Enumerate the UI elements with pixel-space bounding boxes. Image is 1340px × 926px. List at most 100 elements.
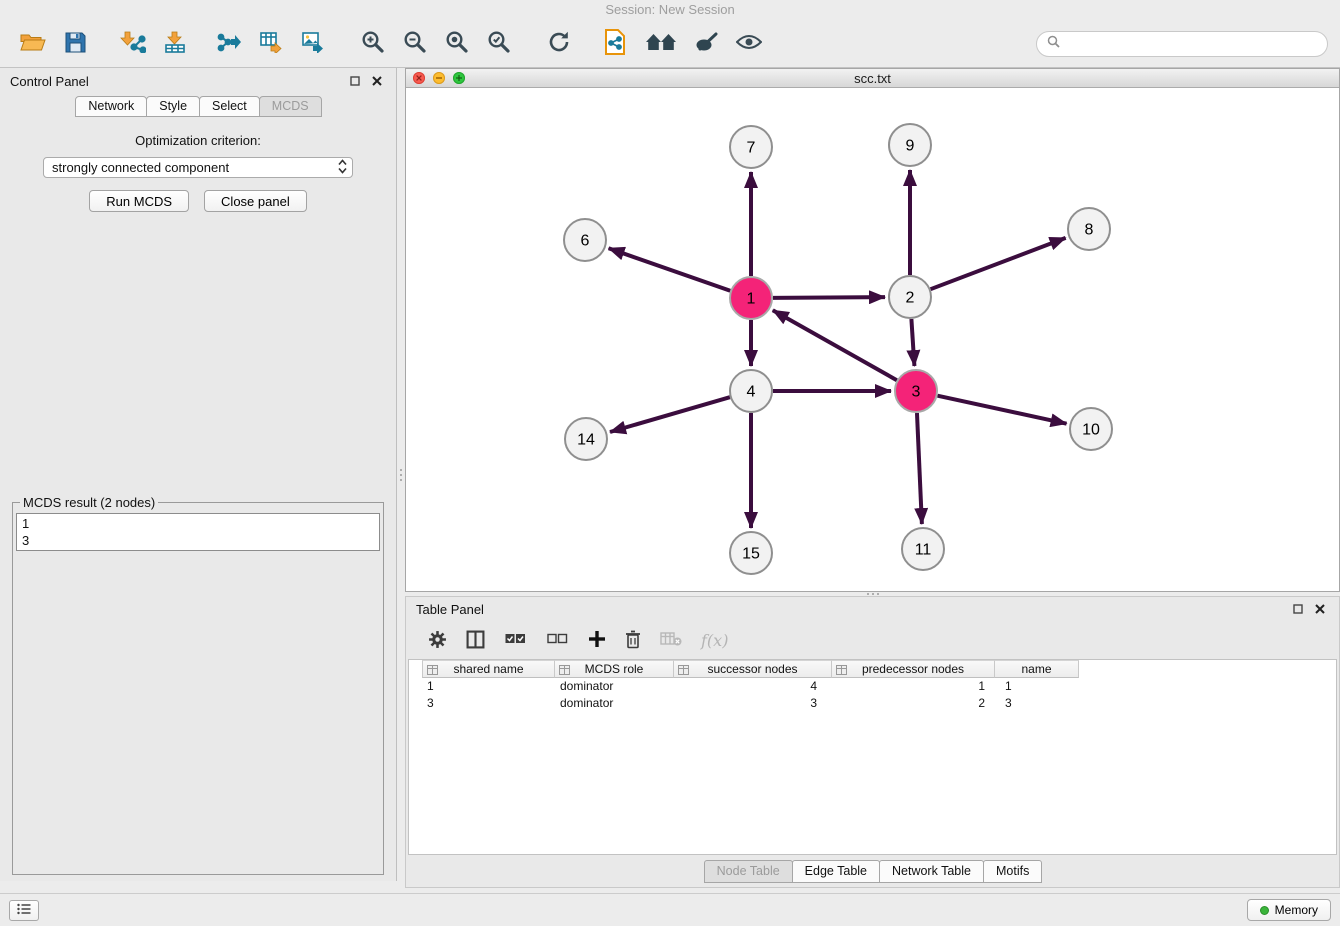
graph-edge-3-1[interactable] — [773, 310, 897, 380]
memory-button[interactable]: Memory — [1247, 899, 1331, 921]
tab-mcds[interactable]: MCDS — [259, 96, 322, 117]
table-cell[interactable]: 3 — [995, 695, 1079, 712]
mcds-result-title: MCDS result (2 nodes) — [20, 495, 158, 510]
style-button[interactable] — [686, 26, 728, 62]
graph-edge-3-10[interactable] — [937, 396, 1066, 424]
style-brush-icon — [695, 32, 719, 55]
graph-edge-4-14[interactable] — [610, 397, 730, 432]
window-close-button[interactable] — [413, 72, 425, 84]
columns-icon — [466, 630, 485, 652]
column-header-mcds-role[interactable]: MCDS role — [555, 660, 674, 678]
network-window-titlebar[interactable]: scc.txt — [406, 69, 1339, 88]
tab-node-table[interactable]: Node Table — [704, 860, 793, 883]
column-label: MCDS role — [585, 662, 644, 676]
save-session-button[interactable] — [54, 26, 96, 62]
tab-select[interactable]: Select — [199, 96, 260, 117]
graph-node-label: 15 — [742, 546, 760, 563]
import-table-button[interactable] — [154, 26, 196, 62]
table-cell[interactable]: dominator — [555, 695, 674, 712]
import-network-button[interactable] — [112, 26, 154, 62]
graph-edge-1-6[interactable] — [609, 248, 731, 290]
panel-splitter-vertical[interactable] — [397, 68, 405, 881]
show-hide-button[interactable] — [728, 26, 770, 62]
import-network-icon — [120, 31, 146, 56]
network-graph[interactable]: 7968124314101511 — [406, 88, 1339, 591]
control-panel-tabs: Network Style Select MCDS — [0, 94, 396, 117]
table-panel-header: Table Panel — [406, 597, 1339, 622]
network-window-title: scc.txt — [406, 71, 1339, 86]
zoom-fit-icon — [445, 30, 469, 57]
column-panel-button[interactable] — [466, 630, 485, 652]
table-cell[interactable]: 1 — [832, 678, 995, 695]
delete-table-button[interactable] — [660, 631, 682, 650]
table-cell[interactable]: 1 — [422, 678, 555, 695]
search-input[interactable] — [1066, 36, 1317, 51]
tab-motifs[interactable]: Motifs — [983, 860, 1042, 883]
tab-style[interactable]: Style — [146, 96, 200, 117]
control-panel-header: Control Panel — [0, 68, 396, 94]
node-table: shared name MCDS role successor nodes pr… — [408, 659, 1337, 855]
unselect-all-button[interactable] — [546, 631, 569, 650]
graph-node-label: 11 — [915, 542, 932, 559]
zoom-out-button[interactable] — [394, 26, 436, 62]
table-cell[interactable]: 2 — [832, 695, 995, 712]
column-header-name[interactable]: name — [995, 660, 1079, 678]
refresh-button[interactable] — [538, 26, 580, 62]
search-box[interactable] — [1036, 31, 1328, 57]
zoom-selected-icon — [487, 30, 511, 57]
tab-edge-table[interactable]: Edge Table — [792, 860, 880, 883]
mcds-tab-content: Optimization criterion: strongly connect… — [0, 117, 396, 881]
refresh-icon — [547, 30, 571, 57]
select-all-button[interactable] — [504, 631, 527, 650]
float-table-panel-button[interactable] — [1289, 602, 1307, 618]
float-panel-button[interactable] — [346, 73, 364, 89]
table-row[interactable]: 3 dominator 3 2 3 — [409, 695, 1336, 712]
table-cell[interactable]: 3 — [422, 695, 555, 712]
main-toolbar — [0, 20, 1340, 68]
window-zoom-button[interactable] — [453, 72, 465, 84]
table-cell[interactable]: 1 — [995, 678, 1079, 695]
column-type-icon — [559, 664, 570, 678]
graph-edge-2-3[interactable] — [911, 319, 914, 366]
zoom-in-button[interactable] — [352, 26, 394, 62]
graph-edge-3-11[interactable] — [917, 413, 922, 524]
graph-node-label: 9 — [906, 138, 915, 155]
zoom-in-icon — [361, 30, 385, 57]
tab-network-table[interactable]: Network Table — [879, 860, 984, 883]
home-button[interactable] — [636, 26, 686, 62]
graph-edge-1-2[interactable] — [773, 297, 885, 298]
close-panel-x-button[interactable] — [368, 73, 386, 89]
column-header-successor-nodes[interactable]: successor nodes — [674, 660, 832, 678]
app-title: Session: New Session — [605, 2, 734, 17]
zoom-fit-button[interactable] — [436, 26, 478, 62]
export-table-button[interactable] — [250, 26, 292, 62]
table-options-button[interactable] — [428, 630, 447, 652]
table-row[interactable]: 1 dominator 4 1 1 — [409, 678, 1336, 695]
add-column-button[interactable] — [588, 630, 606, 651]
mcds-result-box[interactable]: 1 3 — [16, 513, 380, 551]
tab-network[interactable]: Network — [75, 96, 147, 117]
run-mcds-button[interactable]: Run MCDS — [89, 190, 189, 212]
graph-node-label: 14 — [577, 432, 595, 449]
table-panel-tabs: Node Table Edge Table Network Table Moti… — [406, 855, 1339, 887]
criterion-select[interactable]: strongly connected component — [43, 157, 353, 178]
delete-column-button[interactable] — [625, 630, 641, 652]
zoom-selected-button[interactable] — [478, 26, 520, 62]
open-file-button[interactable] — [12, 26, 54, 62]
close-table-panel-button[interactable] — [1311, 602, 1329, 618]
table-cell[interactable]: 3 — [674, 695, 832, 712]
export-image-button[interactable] — [292, 26, 334, 62]
window-minimize-button[interactable] — [433, 72, 445, 84]
graph-edge-2-8[interactable] — [931, 238, 1066, 289]
table-panel-title: Table Panel — [416, 602, 1285, 617]
table-cell[interactable]: dominator — [555, 678, 674, 695]
column-header-shared-name[interactable]: shared name — [422, 660, 555, 678]
export-network-button[interactable] — [208, 26, 250, 62]
function-builder-button[interactable]: f(x) — [701, 631, 728, 650]
task-history-button[interactable] — [9, 900, 39, 921]
column-header-predecessor-nodes[interactable]: predecessor nodes — [832, 660, 995, 678]
table-cell[interactable]: 4 — [674, 678, 832, 695]
table-toolbar: f(x) — [406, 622, 1339, 659]
close-panel-button[interactable]: Close panel — [204, 190, 307, 212]
first-neighbors-button[interactable] — [594, 26, 636, 62]
